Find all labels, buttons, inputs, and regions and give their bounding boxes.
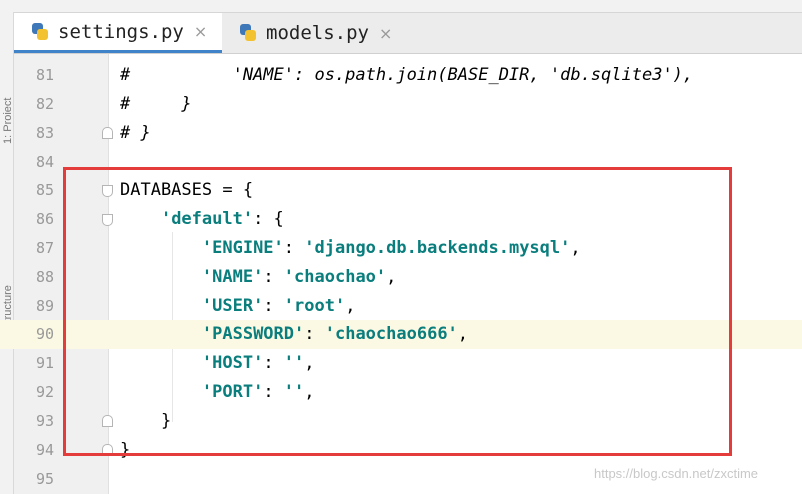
code-text: 'NAME': 'chaochao', bbox=[120, 263, 397, 292]
punct: , bbox=[304, 382, 315, 402]
fold-end-icon[interactable] bbox=[102, 415, 113, 427]
code-line-83: 83 # } bbox=[0, 119, 802, 148]
python-file-icon bbox=[238, 23, 258, 43]
code-line-88: 88 'NAME': 'chaochao', bbox=[0, 263, 802, 292]
fold-end-icon[interactable] bbox=[102, 444, 113, 456]
line-number: 93 bbox=[35, 412, 54, 430]
dict-value: 'django.db.backends.mysql' bbox=[304, 238, 571, 258]
code-line-81: 81 # 'NAME': os.path.join(BASE_DIR, 'db.… bbox=[0, 61, 802, 90]
code-text: 'default': { bbox=[120, 205, 284, 234]
code-line-93: 93 } bbox=[0, 407, 802, 436]
code-line-87: 87 'ENGINE': 'django.db.backends.mysql', bbox=[0, 234, 802, 263]
line-number: 95 bbox=[35, 470, 54, 488]
punct: : bbox=[263, 296, 284, 316]
editor-tab-bar: settings.py × models.py × bbox=[14, 13, 802, 54]
code-line-82: 82 # } bbox=[0, 90, 802, 119]
line-number: 83 bbox=[35, 124, 54, 142]
punct: , bbox=[386, 267, 397, 287]
dict-value: 'root' bbox=[283, 296, 346, 316]
code-line-91: 91 'HOST': '', bbox=[0, 349, 802, 378]
line-number: 87 bbox=[35, 239, 54, 257]
code-line-90-current: 90 'PASSWORD': 'chaochao666', bbox=[0, 320, 802, 349]
tab-label: settings.py bbox=[58, 20, 184, 43]
tab-settings-py[interactable]: settings.py × bbox=[14, 13, 222, 53]
punct: , bbox=[304, 353, 315, 373]
punct: : { bbox=[253, 209, 284, 229]
dict-key: 'PORT' bbox=[201, 382, 264, 402]
dict-key: 'NAME' bbox=[201, 267, 264, 287]
dict-key: 'default' bbox=[160, 209, 254, 229]
code-text: 'PORT': '', bbox=[120, 378, 315, 407]
line-number: 86 bbox=[35, 210, 54, 228]
code-line-94: 94 } bbox=[0, 436, 802, 465]
fold-start-icon[interactable] bbox=[102, 185, 113, 197]
code-text: # } bbox=[120, 94, 192, 114]
punct: , bbox=[345, 296, 356, 316]
code-text: 'PASSWORD': 'chaochao666', bbox=[120, 320, 468, 349]
code-text: 'ENGINE': 'django.db.backends.mysql', bbox=[120, 234, 581, 263]
line-number: 91 bbox=[35, 354, 54, 372]
line-number: 82 bbox=[35, 95, 54, 113]
punct: : bbox=[263, 353, 284, 373]
tab-label: models.py bbox=[266, 22, 369, 44]
dict-key: 'USER' bbox=[201, 296, 264, 316]
dict-key: 'HOST' bbox=[201, 353, 264, 373]
code-line-86: 86 'default': { bbox=[0, 205, 802, 234]
code-text: 'USER': 'root', bbox=[120, 292, 356, 321]
code-text: } bbox=[120, 440, 131, 460]
close-icon[interactable]: × bbox=[194, 22, 207, 41]
punct: : bbox=[263, 267, 284, 287]
line-number: 81 bbox=[35, 66, 54, 84]
punct: , bbox=[457, 324, 469, 344]
code-text: } bbox=[120, 411, 172, 431]
code-line-92: 92 'PORT': '', bbox=[0, 378, 802, 407]
code-line-85: 85 DATABASES = { bbox=[0, 176, 802, 205]
code-text: DATABASES = { bbox=[120, 180, 254, 200]
watermark-text: https://blog.csdn.net/zxctime bbox=[594, 466, 759, 481]
code-text: # } bbox=[120, 123, 151, 143]
code-line-84: 84 bbox=[0, 148, 802, 177]
fold-start-icon[interactable] bbox=[102, 214, 113, 226]
dict-value: 'chaochao666' bbox=[324, 324, 458, 344]
line-number: 84 bbox=[35, 153, 54, 171]
dict-value: 'chaochao' bbox=[283, 267, 387, 287]
line-number: 94 bbox=[35, 441, 54, 459]
dict-key: 'PASSWORD' bbox=[201, 324, 305, 344]
dict-key: 'ENGINE' bbox=[201, 238, 284, 258]
line-number: 89 bbox=[35, 297, 54, 315]
code-text: 'HOST': '', bbox=[120, 349, 315, 378]
dict-value: '' bbox=[283, 382, 305, 402]
line-number: 90 bbox=[35, 325, 54, 343]
line-number: 88 bbox=[35, 268, 54, 286]
punct: : bbox=[283, 238, 305, 258]
dict-value: '' bbox=[283, 353, 305, 373]
window-top-strip bbox=[0, 0, 802, 13]
punct: : bbox=[304, 324, 325, 344]
fold-end-icon[interactable] bbox=[102, 127, 113, 139]
code-text: # 'NAME': os.path.join(BASE_DIR, 'db.sql… bbox=[120, 65, 694, 85]
python-file-icon bbox=[30, 22, 50, 42]
code-line-89: 89 'USER': 'root', bbox=[0, 292, 802, 321]
punct: : bbox=[263, 382, 284, 402]
line-number: 85 bbox=[35, 181, 54, 199]
tab-models-py[interactable]: models.py × bbox=[222, 13, 422, 53]
punct: , bbox=[570, 238, 581, 258]
close-icon[interactable]: × bbox=[379, 24, 392, 43]
line-number: 92 bbox=[35, 383, 54, 401]
